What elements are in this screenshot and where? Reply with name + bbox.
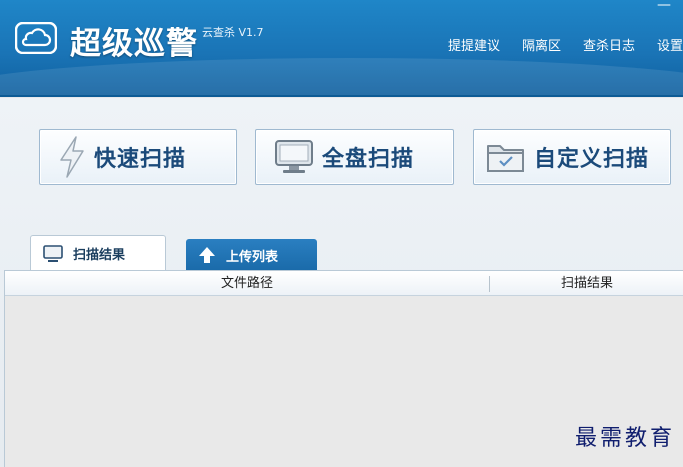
- full-scan-label: 全盘扫描: [322, 147, 415, 172]
- monitor-icon: [43, 244, 63, 263]
- column-header-file-path[interactable]: 文件路径: [5, 271, 489, 297]
- full-scan-button[interactable]: 全盘扫描: [255, 129, 454, 185]
- tab-upload-list[interactable]: 上传列表: [186, 239, 317, 271]
- header-decoration: [0, 58, 683, 97]
- folder-check-icon: [486, 140, 526, 174]
- custom-scan-button[interactable]: 自定义扫描: [473, 129, 671, 185]
- top-nav: 提提建议 隔离区 查杀日志 设置: [426, 35, 683, 54]
- quick-scan-button[interactable]: 快速扫描: [39, 129, 237, 185]
- watermark-text: 最需教育: [574, 426, 675, 451]
- custom-scan-label: 自定义扫描: [534, 147, 650, 172]
- minimize-button[interactable]: —: [657, 0, 671, 12]
- tab-scan-results-label: 扫描结果: [73, 248, 126, 263]
- nav-feedback[interactable]: 提提建议: [448, 35, 500, 54]
- app-title: 超级巡警: [70, 26, 198, 62]
- tab-upload-list-label: 上传列表: [226, 249, 279, 265]
- monitor-icon: [274, 139, 314, 175]
- column-header-scan-result[interactable]: 扫描结果: [490, 271, 683, 297]
- title-bar: 超级巡警 云查杀 V1.7 — 提提建议 隔离区 查杀日志 设置: [0, 0, 683, 97]
- header-divider: [0, 95, 683, 97]
- cloud-logo-icon: [15, 22, 57, 54]
- table-header: 文件路径 扫描结果: [5, 270, 683, 296]
- nav-scan-log[interactable]: 查杀日志: [583, 35, 635, 54]
- app-subtitle: 云查杀 V1.7: [202, 26, 264, 39]
- lightning-icon: [58, 136, 86, 178]
- nav-quarantine[interactable]: 隔离区: [522, 35, 561, 54]
- main-panel: 快速扫描 全盘扫描 自定义扫描 扫描结果 上传列表 文件路径 扫描结果: [0, 98, 683, 467]
- nav-settings[interactable]: 设置: [657, 35, 683, 54]
- quick-scan-label: 快速扫描: [94, 147, 187, 172]
- upload-arrow-icon: [198, 246, 216, 264]
- tab-scan-results[interactable]: 扫描结果: [30, 235, 166, 271]
